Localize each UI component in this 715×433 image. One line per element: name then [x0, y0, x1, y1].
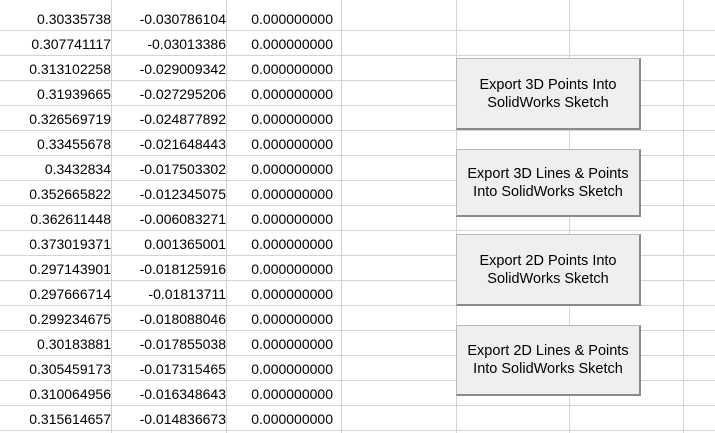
table-cell[interactable]: 0.000000000 [227, 406, 333, 430]
table-cell[interactable]: 0.30335738 [0, 6, 111, 30]
table-cell[interactable]: 0.313102258 [0, 56, 111, 80]
table-row: 0.315614657 -0.014836673 0.000000000 [0, 406, 715, 431]
table-cell[interactable]: -0.018088046 [112, 306, 226, 330]
table-cell[interactable]: -0.029009342 [112, 56, 226, 80]
table-cell[interactable]: 0.000000000 [227, 331, 333, 355]
table-cell[interactable]: 0.373019371 [0, 231, 111, 255]
table-cell[interactable]: 0.000000000 [227, 181, 333, 205]
table-cell[interactable]: 0.000000000 [227, 56, 333, 80]
table-cell[interactable]: -0.012345075 [112, 181, 226, 205]
table-cell[interactable]: 0.000000000 [227, 231, 333, 255]
table-cell[interactable]: 0.31939665 [0, 81, 111, 105]
table-cell[interactable]: 0.310064956 [0, 381, 111, 405]
table-cell[interactable]: 0.000000000 [227, 381, 333, 405]
table-cell[interactable]: 0.000000000 [227, 106, 333, 130]
table-cell[interactable]: -0.021648443 [112, 131, 226, 155]
export-2d-points-button[interactable]: Export 2D Points Into SolidWorks Sketch [456, 234, 641, 306]
export-2d-lines-points-button[interactable]: Export 2D Lines & Points Into SolidWorks… [456, 325, 641, 396]
table-cell[interactable]: 0.30183881 [0, 331, 111, 355]
table-row: 0.307741117 -0.03013386 0.000000000 [0, 31, 715, 56]
table-cell[interactable]: 0.000000000 [227, 256, 333, 280]
table-cell[interactable]: 0.000000000 [227, 156, 333, 180]
export-3d-points-button[interactable]: Export 3D Points Into SolidWorks Sketch [456, 58, 641, 130]
table-cell[interactable]: 0.352665822 [0, 181, 111, 205]
table-cell[interactable]: 0.000000000 [227, 6, 333, 30]
table-cell[interactable]: 0.362611448 [0, 206, 111, 230]
export-3d-lines-points-label: Export 3D Lines & Points Into SolidWorks… [467, 165, 629, 200]
table-cell[interactable]: -0.014836673 [112, 406, 226, 430]
table-cell[interactable]: -0.03013386 [112, 31, 226, 55]
table-cell[interactable]: 0.315614657 [0, 406, 111, 430]
table-cell[interactable]: 0.000000000 [227, 31, 333, 55]
export-3d-points-label: Export 3D Points Into SolidWorks Sketch [479, 76, 617, 111]
table-cell[interactable]: -0.017503302 [112, 156, 226, 180]
table-cell[interactable]: -0.018125916 [112, 256, 226, 280]
table-cell[interactable]: -0.017855038 [112, 331, 226, 355]
table-cell[interactable]: -0.016348643 [112, 381, 226, 405]
table-cell[interactable]: 0.000000000 [227, 131, 333, 155]
table-cell[interactable]: 0.000000000 [227, 281, 333, 305]
table-cell[interactable]: 0.000000000 [227, 356, 333, 380]
table-cell[interactable]: 0.326569719 [0, 106, 111, 130]
table-cell[interactable]: 0.3432834 [0, 156, 111, 180]
table-row: 0.30335738 -0.030786104 0.000000000 [0, 6, 715, 31]
table-cell[interactable]: -0.027295206 [112, 81, 226, 105]
table-cell[interactable]: -0.030786104 [112, 6, 226, 30]
table-cell[interactable]: 0.297666714 [0, 281, 111, 305]
table-cell[interactable]: 0.297143901 [0, 256, 111, 280]
table-cell[interactable]: -0.017315465 [112, 356, 226, 380]
export-3d-lines-points-button[interactable]: Export 3D Lines & Points Into SolidWorks… [456, 149, 641, 217]
table-cell[interactable]: 0.33455678 [0, 131, 111, 155]
export-2d-points-label: Export 2D Points Into SolidWorks Sketch [479, 252, 617, 287]
table-cell[interactable]: -0.024877892 [112, 106, 226, 130]
table-cell[interactable]: 0.000000000 [227, 306, 333, 330]
row-gridline [0, 430, 715, 431]
table-cell[interactable]: 0.307741117 [0, 31, 111, 55]
table-cell[interactable]: 0.000000000 [227, 81, 333, 105]
export-2d-lines-points-label: Export 2D Lines & Points Into SolidWorks… [467, 343, 629, 377]
table-cell[interactable]: -0.01813711 [112, 281, 226, 305]
table-cell[interactable]: 0.299234675 [0, 306, 111, 330]
table-cell[interactable]: 0.305459173 [0, 356, 111, 380]
table-cell[interactable]: 0.000000000 [227, 206, 333, 230]
table-cell[interactable]: -0.006083271 [112, 206, 226, 230]
table-cell[interactable]: 0.001365001 [112, 231, 226, 255]
